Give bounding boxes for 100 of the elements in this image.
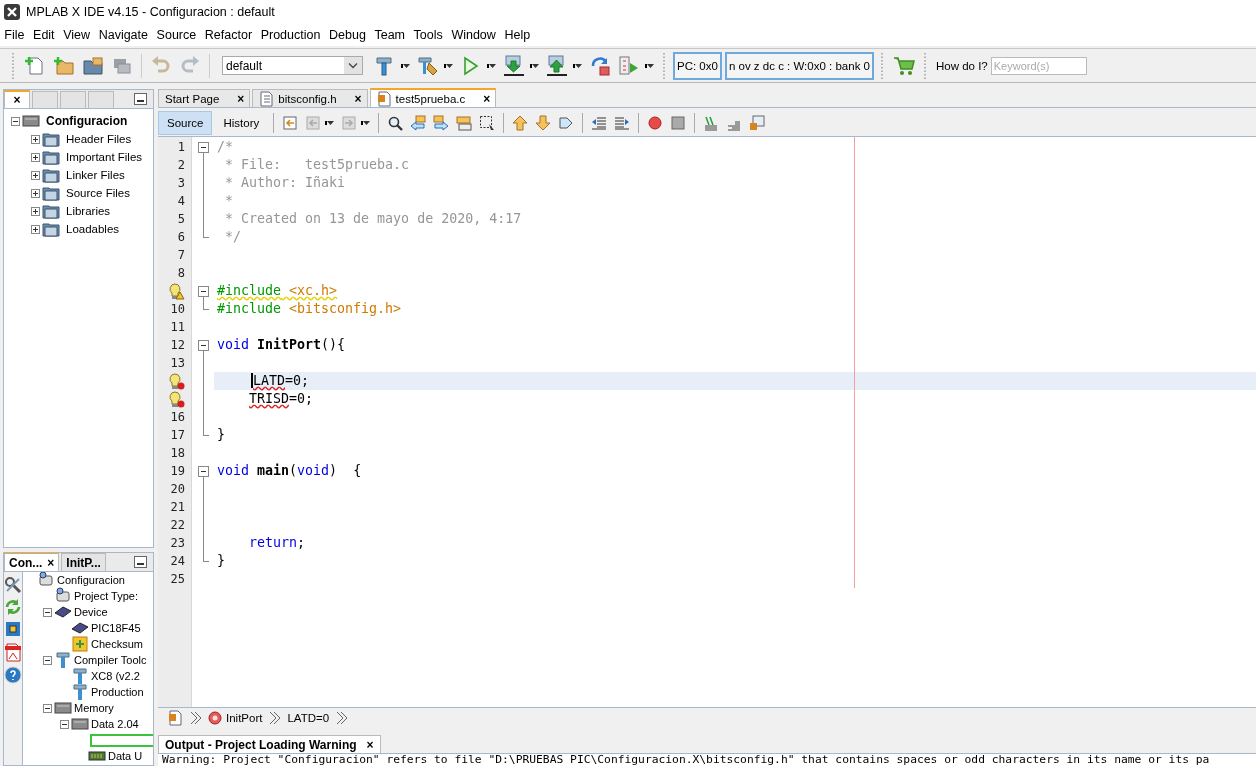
collapse-toggle[interactable] [42,607,52,617]
help-icon[interactable] [4,666,22,684]
panel-tab[interactable]: × [4,90,30,108]
tree-item[interactable]: Checksum [91,638,143,650]
caret-icon[interactable] [530,63,539,68]
download-icon[interactable] [503,54,525,77]
tree-item[interactable]: Project Type: [74,590,138,602]
breadcrumb-item[interactable]: InitPort [208,711,263,725]
chip-square-icon[interactable] [4,620,22,638]
tree-item[interactable]: Data 2.04 [91,718,139,730]
tree-item[interactable]: Compiler Toolc [74,654,147,666]
caret-icon[interactable] [361,121,371,125]
new-file-icon[interactable] [24,54,46,77]
close-tab-button[interactable]: × [13,94,21,106]
panel-tab[interactable]: InitP... [61,553,106,571]
shift-left-icon[interactable] [591,115,608,131]
menu-item[interactable]: Help [500,28,535,42]
output-tab[interactable]: Output - Project Loading Warning × [158,735,381,753]
last-edit-icon[interactable] [282,115,299,131]
error-bulb-icon[interactable] [167,390,185,408]
tree-item[interactable]: Important Files [66,151,143,163]
menu-item[interactable]: Window [447,28,501,42]
highlight-icon[interactable] [456,115,473,131]
caret-icon[interactable] [401,63,410,68]
record-icon[interactable] [647,115,664,131]
tree-item[interactable]: PIC18F45 [91,622,141,634]
upload-icon[interactable] [546,54,568,77]
arrow-down-icon[interactable] [535,115,552,131]
editor-tab[interactable]: Start Page × [158,89,251,107]
panel-tab[interactable]: Con... × [4,553,60,571]
arrow-up-icon[interactable] [512,115,529,131]
tree-item[interactable]: XC8 (v2.2 [91,670,140,682]
menu-item[interactable]: Debug [324,28,371,42]
menu-item[interactable]: Source [152,28,201,42]
selection-icon[interactable] [479,115,496,131]
hammer-broom-icon[interactable] [417,54,439,77]
expand-toggle[interactable] [30,206,40,216]
stop-icon[interactable] [670,115,687,131]
tree-item[interactable]: Production [91,686,144,698]
tree-item[interactable]: Memory [74,702,114,714]
tree-item[interactable]: Configuracion [57,574,125,586]
collapse-toggle[interactable] [10,116,20,126]
tree-item[interactable]: Device [74,606,108,618]
collapse-toggle[interactable] [42,655,52,665]
expand-toggle[interactable] [30,170,40,180]
tree-item[interactable]: Linker Files [66,169,125,181]
caret-icon[interactable] [487,63,496,68]
tree-item[interactable]: Data U [108,750,143,762]
close-tab-button[interactable]: × [47,556,55,569]
caret-icon[interactable] [645,63,654,68]
configuration-dropdown[interactable]: default [222,56,363,75]
tree-item[interactable]: Configuracion [46,114,128,128]
c-file-icon[interactable] [168,710,183,726]
reset-icon[interactable] [589,54,611,77]
collapse-toggle[interactable] [42,703,52,713]
menu-item[interactable]: File [0,28,29,42]
minimize-icon[interactable] [134,93,147,105]
tag-icon[interactable] [558,115,575,131]
menu-item[interactable]: Edit [28,28,59,42]
collapse-toggle[interactable] [59,719,69,729]
header-file-icon[interactable] [749,115,766,131]
editor-tab[interactable]: bitsconfig.h × [252,89,368,107]
find-next-icon[interactable] [433,115,450,131]
error-bulb-icon[interactable] [167,372,185,390]
close-tab-button[interactable]: × [483,91,491,106]
breadcrumb-item[interactable]: LATD=0 [287,712,330,724]
view-toggle[interactable]: Source [158,111,213,135]
warning-bulb-icon[interactable] [167,282,185,300]
tools-icon[interactable] [4,576,22,594]
caret-icon[interactable] [573,63,582,68]
search-field[interactable]: Keyword(s) [990,56,1087,75]
cart-icon[interactable] [893,54,915,77]
view-toggle[interactable]: History [215,111,268,135]
tree-item[interactable]: Source Files [66,187,130,199]
menu-item[interactable]: Team [370,28,410,42]
tree-item[interactable]: Libraries [66,205,111,217]
find-previous-icon[interactable] [410,115,427,131]
menu-item[interactable]: Tools [409,28,448,42]
tree-item[interactable]: Header Files [66,133,132,145]
minimize-icon[interactable] [134,556,147,568]
expand-toggle[interactable] [30,188,40,198]
comment-icon[interactable] [703,115,720,131]
expand-toggle[interactable] [30,224,40,234]
editor-tab[interactable]: test5prueba.c × [369,88,497,107]
close-tab-button[interactable]: × [366,737,374,752]
caret-icon[interactable] [325,121,335,125]
menu-item[interactable]: Production [256,28,325,42]
shift-right-icon[interactable] [614,115,631,131]
pdf-icon[interactable] [4,642,22,662]
open-project-icon[interactable] [82,54,104,77]
caret-icon[interactable] [444,63,453,68]
close-tab-button[interactable]: × [237,91,245,106]
step-icon[interactable] [618,54,640,77]
search-icon[interactable] [387,115,404,131]
menu-item[interactable]: Navigate [94,28,153,42]
expand-toggle[interactable] [30,152,40,162]
expand-toggle[interactable] [30,134,40,144]
tree-item[interactable]: Loadables [66,223,120,235]
menu-item[interactable]: View [58,28,95,42]
menu-item[interactable]: Refactor [200,28,257,42]
